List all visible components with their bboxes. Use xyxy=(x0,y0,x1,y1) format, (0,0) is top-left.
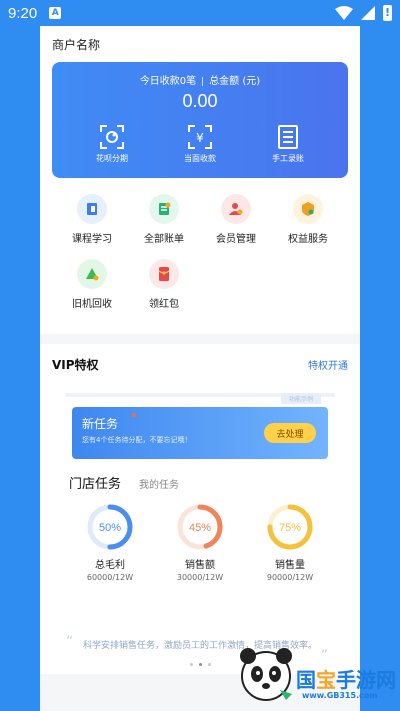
brand-part: 国 xyxy=(296,668,316,692)
tab-store-tasks[interactable]: 门店任务 xyxy=(69,473,121,492)
vip-title: VIP特权 xyxy=(52,358,99,372)
task-progress-rings: 50% 总毛利 60000/12W 45% 销售额 30000/12W 75% … xyxy=(65,502,335,582)
app-screen: 商户名称 今日收款0笔 总金额 (元) 0.00 花呗分期 ¥ 当面收款 手工录… xyxy=(40,26,360,711)
watermark: 国宝手游网 www.GB315.com xyxy=(236,644,400,711)
member-icon xyxy=(221,194,251,224)
installment-icon xyxy=(100,125,124,149)
progress-ring: 50% xyxy=(87,504,133,550)
ring-sub: 60000/12W xyxy=(86,573,134,582)
grid-item-course[interactable]: 课程学习 xyxy=(56,194,128,245)
vip-section: VIP特权 特权开通 功能示例 新任务 您有4个任务待分配，不要忘记哦！ 去处理… xyxy=(40,344,360,674)
installment-button[interactable]: 花呗分期 xyxy=(82,124,142,164)
top-area: 商户名称 今日收款0笔 总金额 (元) 0.00 花呗分期 ¥ 当面收款 手工录… xyxy=(40,26,360,334)
feature-grid: 课程学习 全部账单 会员管理 权益服务 旧机回收 领红包 xyxy=(52,178,348,334)
today-summary: 今日收款0笔 总金额 (元) xyxy=(52,62,348,87)
grid-label: 权益服务 xyxy=(288,234,328,245)
ring-name: 销售量 xyxy=(275,560,305,571)
handle-task-button[interactable]: 去处理 xyxy=(264,423,316,443)
brand-part: 宝 xyxy=(316,668,336,692)
battery-icon xyxy=(383,5,392,21)
ring-gross-profit: 50% 总毛利 60000/12W xyxy=(70,502,150,582)
signal-icon xyxy=(361,6,375,20)
tab-my-tasks[interactable]: 我的任务 xyxy=(139,476,179,491)
grid-label: 课程学习 xyxy=(72,234,112,245)
benefit-icon xyxy=(293,194,323,224)
watermark-brand: 国宝手游网 xyxy=(296,664,396,693)
recycle-icon xyxy=(77,259,107,289)
grid-item-members[interactable]: 会员管理 xyxy=(200,194,272,245)
grid-label: 全部账单 xyxy=(144,234,184,245)
today-count-label: 今日收款0笔 xyxy=(139,76,197,87)
ring-sub: 30000/12W xyxy=(176,573,224,582)
ring-percent: 50% xyxy=(99,522,121,534)
wifi-icon xyxy=(335,6,353,20)
watermark-url: www.GB315.com xyxy=(302,691,378,700)
ring-name: 总毛利 xyxy=(95,560,125,571)
manual-entry-button[interactable]: 手工录账 xyxy=(258,124,318,164)
merchant-name: 商户名称 xyxy=(52,38,101,52)
panda-logo-icon xyxy=(240,648,292,701)
ring-sales-volume: 75% 销售量 90000/12W xyxy=(250,502,330,582)
svg-text:¥: ¥ xyxy=(196,131,204,145)
notification-icon: A xyxy=(49,7,62,19)
ring-sales-amount: 45% 销售额 30000/12W xyxy=(160,502,240,582)
carousel-dot[interactable] xyxy=(189,663,193,666)
ledger-icon xyxy=(278,125,298,149)
grid-item-red-packet[interactable]: 领红包 xyxy=(128,259,200,310)
brand-part: 手游网 xyxy=(336,668,396,692)
installment-label: 花呗分期 xyxy=(96,154,128,163)
task-tabs: 门店任务 我的任务 xyxy=(69,473,335,492)
ring-name: 销售额 xyxy=(185,560,215,571)
grid-label: 领红包 xyxy=(149,299,179,310)
quote-open: “ xyxy=(66,634,74,650)
bill-icon xyxy=(149,194,179,224)
preview-tag: 功能示例 xyxy=(280,393,321,404)
grid-item-bills[interactable]: 全部账单 xyxy=(128,194,200,245)
yuan-scan-icon: ¥ xyxy=(188,125,212,149)
face-to-face-label: 当面收款 xyxy=(184,154,216,163)
carousel-dot-active[interactable] xyxy=(198,663,202,666)
total-amount: 0.00 xyxy=(182,91,218,111)
ring-percent: 45% xyxy=(189,522,211,534)
total-amount-label: 总金额 (元) xyxy=(209,76,261,87)
status-bar: 9:20 A xyxy=(0,0,400,26)
progress-ring: 45% xyxy=(177,504,223,550)
grid-label: 会员管理 xyxy=(216,234,256,245)
ring-percent: 75% xyxy=(279,522,301,534)
divider xyxy=(202,76,204,86)
grid-item-benefits[interactable]: 权益服务 xyxy=(272,194,344,245)
collection-banner: 今日收款0笔 总金额 (元) 0.00 花呗分期 ¥ 当面收款 手工录账 xyxy=(52,62,348,178)
new-task-banner: 新任务 您有4个任务待分配，不要忘记哦！ 去处理 xyxy=(72,407,328,459)
grid-item-recycle[interactable]: 旧机回收 xyxy=(56,259,128,310)
vip-preview-card: 功能示例 新任务 您有4个任务待分配，不要忘记哦！ 去处理 门店任务 我的任务 … xyxy=(65,393,335,625)
vip-activate-link[interactable]: 特权开通 xyxy=(308,357,348,372)
grid-label: 旧机回收 xyxy=(72,299,112,310)
book-icon xyxy=(77,194,107,224)
new-task-dot xyxy=(132,413,136,417)
carousel-dot[interactable] xyxy=(207,663,211,666)
status-time: 9:20 xyxy=(8,4,38,22)
manual-entry-label: 手工录账 xyxy=(272,154,304,163)
face-to-face-button[interactable]: ¥ 当面收款 xyxy=(170,124,230,164)
ring-sub: 90000/12W xyxy=(266,573,314,582)
progress-ring: 75% xyxy=(267,504,313,550)
red-packet-icon xyxy=(149,259,179,289)
